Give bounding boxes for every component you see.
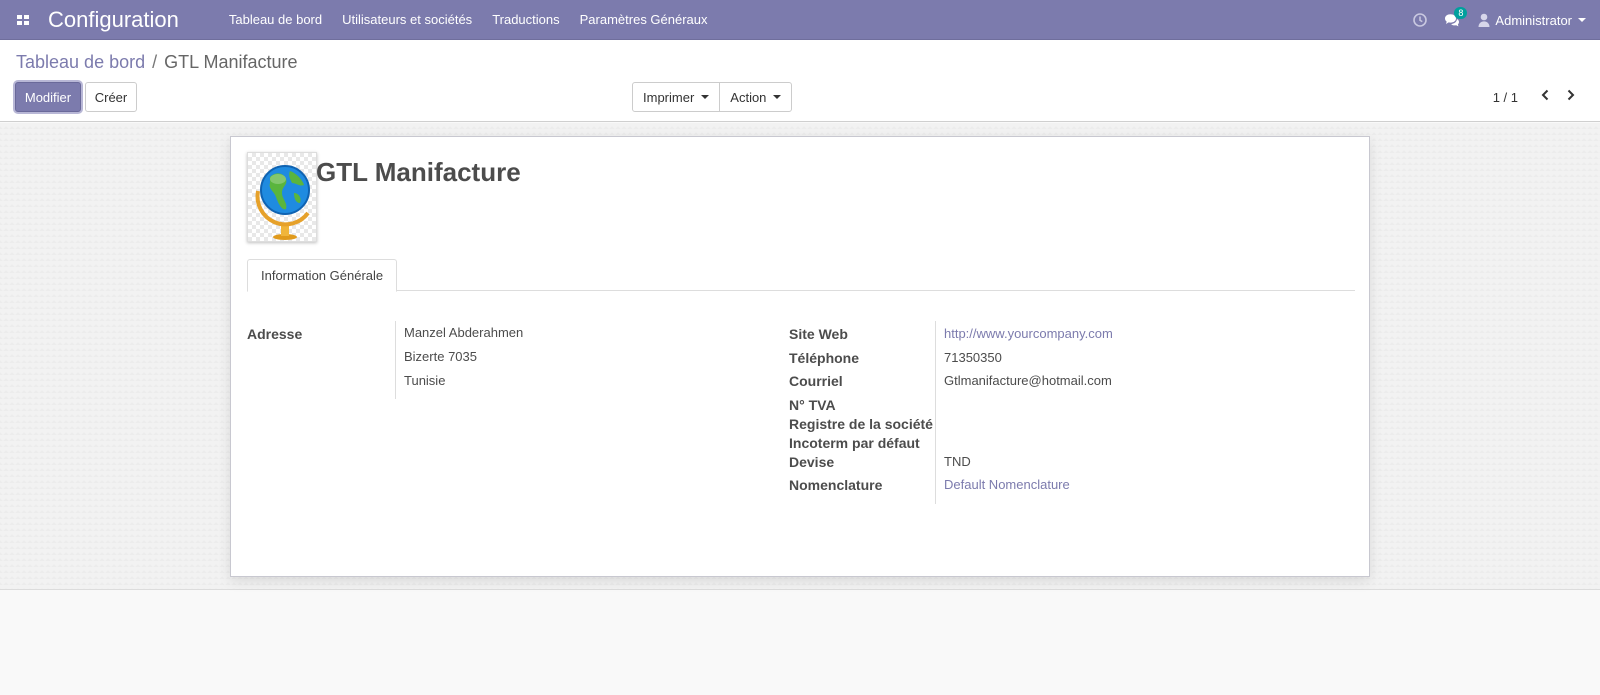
chevron-down-icon: [1578, 18, 1586, 22]
address-street: Manzel Abderahmen: [404, 325, 524, 340]
user-menu[interactable]: Administrator: [1468, 0, 1600, 40]
address-city-zip: Bizerte 7035: [404, 349, 477, 364]
globe-icon: [255, 165, 310, 240]
incoterm-value: [935, 430, 1235, 449]
app-title[interactable]: Configuration: [48, 7, 179, 33]
tab-general-information[interactable]: Information Générale: [247, 259, 398, 292]
vat-label: N° TVA: [789, 397, 836, 413]
incoterm-label: Incoterm par défaut: [789, 435, 920, 451]
vat-value: [935, 392, 1235, 411]
breadcrumb: Tableau de bord / GTL Manifacture: [16, 52, 298, 73]
activity-clock-icon[interactable]: [1404, 0, 1436, 40]
breadcrumb-parent-link[interactable]: Tableau de bord: [16, 52, 145, 73]
pager-value[interactable]: 1 / 1: [1493, 90, 1518, 105]
nomenclature-link[interactable]: Default Nomenclature: [935, 472, 1235, 504]
company-logo-image[interactable]: [247, 152, 317, 242]
breadcrumb-current: GTL Manifacture: [164, 52, 298, 72]
control-panel: Tableau de bord / GTL Manifacture Modifi…: [0, 40, 1600, 122]
phone-value: 71350350: [935, 345, 1235, 368]
navbar-right: 8 Administrator: [1404, 0, 1600, 40]
messages-count-badge: 8: [1454, 7, 1468, 19]
contact-group: Site Web http://www.yourcompany.com Télé…: [789, 321, 1235, 504]
company-name-title: GTL Manifacture: [316, 157, 521, 187]
top-navbar: Configuration Tableau de bord Utilisateu…: [0, 0, 1600, 40]
menu-item-general-settings[interactable]: Paramètres Généraux: [570, 0, 718, 40]
create-button[interactable]: Créer: [85, 82, 137, 112]
company-registry-value: [935, 411, 1235, 430]
edit-button[interactable]: Modifier: [15, 82, 81, 112]
breadcrumb-separator: /: [152, 52, 158, 72]
company-registry-label: Registre de la société: [789, 416, 933, 432]
action-label: Action: [730, 89, 767, 105]
print-dropdown-button[interactable]: Imprimer: [633, 83, 719, 111]
messages-icon[interactable]: 8: [1436, 0, 1468, 40]
email-value[interactable]: Gtlmanifacture@hotmail.com: [935, 368, 1235, 392]
form-sheet: GTL Manifacture Information Générale Adr…: [230, 136, 1370, 577]
currency-label: Devise: [789, 454, 835, 470]
menu-item-translations[interactable]: Traductions: [482, 0, 569, 40]
website-label: Site Web: [789, 326, 848, 342]
chevron-right-icon[interactable]: [1558, 88, 1584, 106]
sidebar-dropdowns: Imprimer Action: [632, 82, 793, 112]
phone-label: Téléphone: [789, 350, 860, 366]
website-link[interactable]: http://www.yourcompany.com: [935, 321, 1235, 345]
user-name: Administrator: [1495, 12, 1572, 28]
pager: 1 / 1: [1493, 82, 1584, 112]
action-dropdown-button[interactable]: Action: [719, 83, 791, 111]
chevron-down-icon: [773, 95, 782, 99]
address-country: Tunisie: [404, 373, 446, 388]
address-group: Adresse Manzel Abderahmen Bizerte 7035 T…: [247, 321, 523, 399]
menu-item-dashboard[interactable]: Tableau de bord: [219, 0, 332, 40]
nomenclature-label: Nomenclature: [789, 477, 883, 493]
print-label: Imprimer: [643, 89, 695, 105]
currency-value: TND: [935, 449, 1235, 472]
form-tabs: Information Générale: [247, 259, 1355, 292]
address-value: Manzel Abderahmen Bizerte 7035 Tunisie: [395, 321, 523, 399]
email-label: Courriel: [789, 373, 843, 389]
main-menu: Tableau de bord Utilisateurs et sociétés…: [219, 0, 718, 40]
user-avatar-icon: [1478, 13, 1490, 27]
menu-item-users-companies[interactable]: Utilisateurs et sociétés: [332, 0, 482, 40]
apps-menu-icon[interactable]: [0, 0, 46, 40]
chevron-left-icon[interactable]: [1532, 88, 1558, 106]
address-label: Adresse: [247, 326, 303, 342]
chevron-down-icon: [701, 95, 710, 99]
